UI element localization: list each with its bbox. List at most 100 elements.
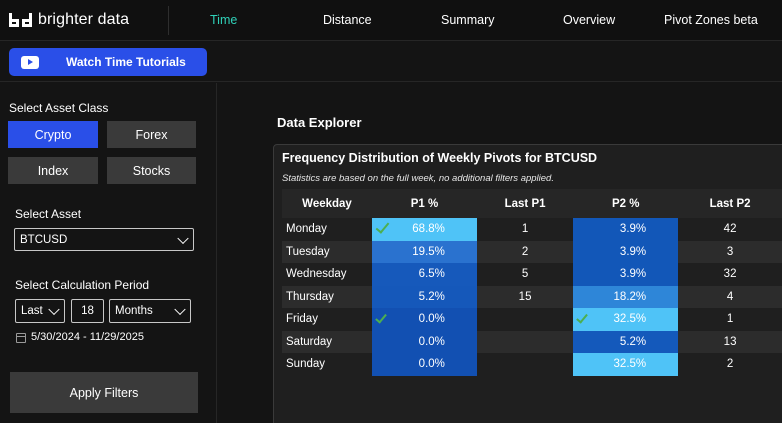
- cell-last-p2: 4: [678, 285, 782, 308]
- cell-last-p1: 5: [476, 263, 574, 286]
- cell-last-p2-value: 42: [723, 223, 737, 236]
- period-mode-select[interactable]: Last: [15, 299, 65, 323]
- cell-p1-pct-value: 5.2%: [418, 290, 445, 303]
- column-header-last-p2[interactable]: Last P2: [678, 189, 782, 218]
- cell-weekday-value: Sunday: [286, 358, 326, 371]
- cell-last-p2-value: 4: [726, 290, 734, 303]
- cell-weekday: Monday: [282, 218, 373, 241]
- watch-tutorials-button[interactable]: Watch Time Tutorials: [9, 48, 207, 76]
- table-row: Friday 0.0% 32.5% 1: [282, 308, 782, 331]
- cell-last-p1-value: 1: [521, 223, 529, 236]
- column-header-p1-pct[interactable]: P1 %: [372, 189, 477, 218]
- cell-last-p2: 3: [678, 240, 782, 263]
- cell-p2-pct-value: 32.5%: [613, 313, 647, 326]
- cell-p2-pct: 32.5%: [573, 353, 679, 376]
- period-count-input[interactable]: 18: [71, 299, 104, 323]
- asset-class-index-button[interactable]: Index: [8, 157, 98, 184]
- cell-p2-pct-value: 32.5%: [613, 358, 647, 371]
- column-header-weekday[interactable]: Weekday: [282, 189, 373, 218]
- cell-weekday-value: Wednesday: [286, 268, 347, 281]
- cell-last-p2-value: 3: [726, 245, 734, 258]
- cell-p1-pct-value: 19.5%: [412, 245, 445, 258]
- table-row: Monday 68.8% 1 3.9% 42: [282, 218, 782, 241]
- cell-last-p1-value: 15: [518, 290, 532, 303]
- asset-class-forex-button[interactable]: Forex: [107, 121, 196, 148]
- table-row: Thursday 5.2% 15 18.2% 4: [282, 285, 782, 308]
- asset-select-value: BTCUSD: [20, 233, 68, 246]
- cell-p2-pct: 18.2%: [573, 285, 679, 308]
- cell-weekday-value: Thursday: [286, 290, 334, 303]
- filter-sidebar: Select Asset Class Crypto Forex Index St…: [0, 83, 217, 423]
- cell-last-p1: [476, 353, 574, 376]
- cell-last-p2-value: 32: [723, 268, 737, 281]
- cell-weekday-value: Tuesday: [286, 245, 330, 258]
- asset-class-stocks-button[interactable]: Stocks: [107, 157, 196, 184]
- asset-heading: Select Asset: [15, 207, 82, 221]
- cell-last-p2-value: 1: [726, 313, 734, 326]
- checkmark-icon: [375, 311, 387, 324]
- cell-weekday: Sunday: [282, 353, 373, 376]
- column-header-last-p1[interactable]: Last P1: [476, 189, 574, 218]
- period-mode-value: Last: [21, 305, 43, 317]
- table-row: Saturday 0.0% 5.2% 13: [282, 330, 782, 353]
- chevron-down-icon: [48, 303, 60, 316]
- cell-last-p2: 13: [678, 330, 782, 353]
- brand-logo-icon: [9, 13, 33, 27]
- cell-p1-pct-value: 0.0%: [418, 358, 445, 371]
- asset-class-heading: Select Asset Class: [9, 101, 109, 115]
- checkmark-icon: [375, 219, 390, 234]
- cell-last-p1: 2: [476, 240, 574, 263]
- table-row: Tuesday 19.5% 2 3.9% 3: [282, 240, 782, 263]
- card-subtitle: Statistics are based on the full week, n…: [282, 173, 554, 184]
- chevron-down-icon: [177, 232, 189, 244]
- cell-p2-pct-value: 3.9%: [619, 223, 647, 236]
- page-title: Data Explorer: [277, 115, 362, 130]
- period-unit-select[interactable]: Months: [109, 299, 191, 323]
- cell-p1-pct: 6.5%: [372, 263, 477, 286]
- cell-p1-pct: 5.2%: [372, 285, 477, 308]
- apply-filters-button[interactable]: Apply Filters: [10, 372, 198, 413]
- checkmark-icon: [576, 311, 589, 324]
- cell-last-p1: 15: [476, 285, 574, 308]
- cell-last-p2: 32: [678, 263, 782, 286]
- column-header-p2-pct[interactable]: P2 %: [573, 189, 679, 218]
- period-heading: Select Calculation Period: [15, 278, 150, 292]
- cell-p2-pct: 3.9%: [573, 218, 679, 241]
- tab-distance[interactable]: Distance: [323, 13, 372, 27]
- brand-name: brighter data: [38, 11, 130, 28]
- calendar-icon: [16, 333, 26, 343]
- cell-p1-pct-value: 6.5%: [418, 268, 445, 281]
- asset-select[interactable]: BTCUSD: [14, 228, 194, 251]
- cell-last-p1-value: 5: [521, 268, 529, 281]
- tab-time[interactable]: Time: [210, 13, 237, 27]
- asset-class-crypto-button[interactable]: Crypto: [8, 121, 98, 148]
- cell-last-p2: 42: [678, 218, 782, 241]
- cell-weekday: Thursday: [282, 285, 373, 308]
- cell-weekday-value: Friday: [286, 313, 318, 326]
- table-header-row: Weekday P1 % Last P1 P2 % Last P2: [282, 189, 782, 218]
- cell-weekday: Tuesday: [282, 240, 373, 263]
- cell-p2-pct: 5.2%: [573, 330, 679, 353]
- cell-p1-pct: 19.5%: [372, 240, 477, 263]
- cell-weekday-value: Saturday: [286, 335, 333, 348]
- tab-overview[interactable]: Overview: [563, 13, 615, 27]
- cell-p2-pct-value: 18.2%: [613, 290, 647, 303]
- cell-p2-pct: 3.9%: [573, 263, 679, 286]
- table-row: Wednesday 6.5% 5 3.9% 32: [282, 263, 782, 286]
- nav-divider: [168, 6, 169, 35]
- tab-summary[interactable]: Summary: [441, 13, 494, 27]
- brand-logo[interactable]: brighter data: [9, 8, 129, 32]
- cell-weekday: Saturday: [282, 330, 373, 353]
- cell-p1-pct-value: 0.0%: [418, 313, 445, 326]
- tab-pivot-zones[interactable]: Pivot Zones beta: [664, 13, 758, 27]
- cell-weekday: Friday: [282, 308, 373, 331]
- cell-weekday-value: Monday: [286, 223, 327, 236]
- cell-p1-pct: 68.8%: [372, 218, 477, 241]
- cell-p2-pct: 32.5%: [573, 308, 679, 331]
- date-range-text: 5/30/2024 - 11/29/2025: [31, 331, 144, 343]
- chevron-down-icon: [174, 303, 186, 316]
- cell-last-p1: [476, 308, 574, 331]
- cell-p2-pct-value: 3.9%: [619, 245, 647, 258]
- youtube-icon: [21, 55, 39, 69]
- cell-p1-pct-value: 0.0%: [418, 335, 445, 348]
